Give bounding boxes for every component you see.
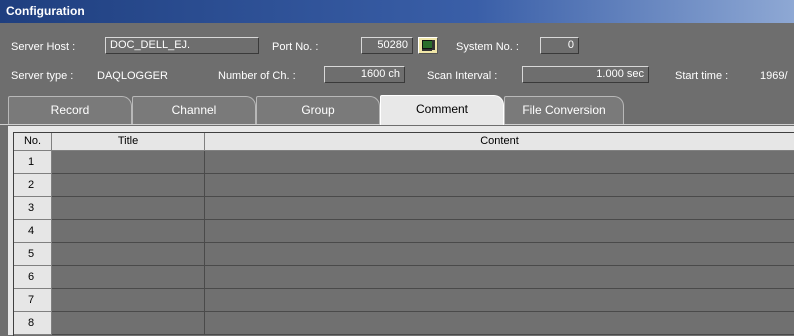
comment-table: No. Title Content 12345678 xyxy=(13,132,794,336)
column-header-no: No. xyxy=(14,133,52,151)
title-cell[interactable] xyxy=(52,312,205,335)
server-type-label: Server type : xyxy=(11,70,74,82)
tab-record[interactable]: Record xyxy=(8,96,132,124)
title-cell[interactable] xyxy=(52,197,205,220)
scan-interval-label: Scan Interval : xyxy=(427,70,498,82)
table-row[interactable]: 5 xyxy=(14,243,794,266)
tab-group[interactable]: Group xyxy=(256,96,380,124)
content-cell[interactable] xyxy=(205,266,794,289)
row-number[interactable]: 7 xyxy=(14,289,52,312)
table-row[interactable]: 6 xyxy=(14,266,794,289)
pc-connect-icon[interactable] xyxy=(418,37,438,54)
tab-comment[interactable]: Comment xyxy=(380,95,504,125)
title-bar: Configuration xyxy=(0,0,794,23)
table-row[interactable]: 4 xyxy=(14,220,794,243)
content-cell[interactable] xyxy=(205,243,794,266)
table-row[interactable]: 3 xyxy=(14,197,794,220)
content-cell[interactable] xyxy=(205,289,794,312)
server-host-label: Server Host : xyxy=(11,41,76,53)
channels-field: 1600 ch xyxy=(324,66,405,83)
title-cell[interactable] xyxy=(52,220,205,243)
row-number[interactable]: 2 xyxy=(14,174,52,197)
content-cell[interactable] xyxy=(205,220,794,243)
content-cell[interactable] xyxy=(205,151,794,174)
title-cell[interactable] xyxy=(52,243,205,266)
table-row[interactable]: 2 xyxy=(14,174,794,197)
row-number[interactable]: 4 xyxy=(14,220,52,243)
port-label: Port No. : xyxy=(272,41,319,53)
system-label: System No. : xyxy=(456,41,519,53)
row-number[interactable]: 6 xyxy=(14,266,52,289)
scan-interval-field: 1.000 sec xyxy=(522,66,649,83)
content-cell[interactable] xyxy=(205,174,794,197)
table-row[interactable]: 8 xyxy=(14,312,794,335)
title-cell[interactable] xyxy=(52,289,205,312)
row-number[interactable]: 5 xyxy=(14,243,52,266)
tab-channel[interactable]: Channel xyxy=(132,96,256,124)
table-row[interactable]: 1 xyxy=(14,151,794,174)
title-cell[interactable] xyxy=(52,266,205,289)
start-time-value: 1969/ xyxy=(760,70,788,82)
title-cell[interactable] xyxy=(52,174,205,197)
window-title: Configuration xyxy=(6,4,85,18)
tab-panel: No. Title Content 12345678 xyxy=(8,126,794,336)
column-header-content[interactable]: Content xyxy=(205,133,794,151)
server-type-value: DAQLOGGER xyxy=(97,70,168,82)
tab-strip: Record Channel Group Comment File Conver… xyxy=(8,95,794,125)
column-header-title[interactable]: Title xyxy=(52,133,205,151)
start-time-label: Start time : xyxy=(675,70,729,82)
table-row[interactable]: 7 xyxy=(14,289,794,312)
channels-label: Number of Ch. : xyxy=(218,70,296,82)
row-number[interactable]: 1 xyxy=(14,151,52,174)
row-number[interactable]: 8 xyxy=(14,312,52,335)
tab-file-conversion[interactable]: File Conversion xyxy=(504,96,624,124)
content-cell[interactable] xyxy=(205,197,794,220)
title-cell[interactable] xyxy=(52,151,205,174)
row-number[interactable]: 3 xyxy=(14,197,52,220)
server-host-field: DOC_DELL_EJ. xyxy=(105,37,259,54)
port-field: 50280 xyxy=(361,37,413,54)
system-field: 0 xyxy=(540,37,579,54)
content-cell[interactable] xyxy=(205,312,794,335)
